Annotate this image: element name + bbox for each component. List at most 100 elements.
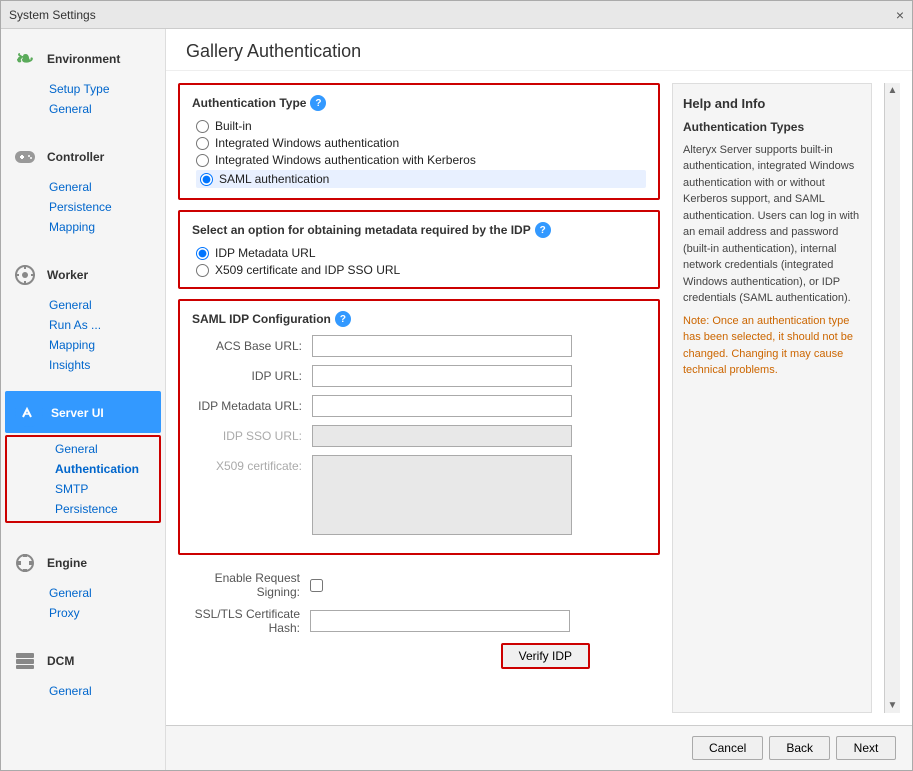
radio-x509[interactable]: X509 certificate and IDP SSO URL [196, 263, 646, 277]
auth-type-title: Authentication Type ? [192, 95, 646, 111]
help-panel: Help and Info Authentication Types Alter… [672, 83, 872, 713]
radio-x509-input[interactable] [196, 264, 209, 277]
auth-type-help-icon[interactable]: ? [310, 95, 326, 111]
sidebar-section-environment: ❧ Environment Setup Type General [1, 29, 165, 127]
metadata-radio-group: IDP Metadata URL X509 certificate and ID… [192, 246, 646, 277]
sidebar-section-controller: Controller General Persistence Mapping [1, 127, 165, 245]
scroll-down-arrow[interactable]: ▼ [888, 700, 898, 711]
form-area: Authentication Type ? Built-in Integrate… [178, 83, 660, 713]
next-button[interactable]: Next [836, 736, 896, 760]
content-area: Gallery Authentication Authentication Ty… [166, 29, 912, 770]
metadata-title: Select an option for obtaining metadata … [192, 222, 646, 238]
radio-idp-metadata-input[interactable] [196, 247, 209, 260]
sidebar-item-environment-general[interactable]: General [1, 99, 165, 119]
help-note: Note: Once an authentication type has be… [683, 313, 861, 379]
sidebar: ❧ Environment Setup Type General Control… [1, 29, 166, 770]
auth-type-radio-group: Built-in Integrated Windows authenticati… [192, 119, 646, 188]
sidebar-section-engine: Engine General Proxy [1, 533, 165, 631]
idp-metadata-url-row: IDP Metadata URL: [192, 395, 646, 417]
acs-base-url-input[interactable] [312, 335, 572, 357]
back-button[interactable]: Back [769, 736, 830, 760]
sidebar-item-serverui-authentication[interactable]: Authentication [7, 459, 159, 479]
radio-idp-metadata[interactable]: IDP Metadata URL [196, 246, 646, 260]
help-title: Help and Info [683, 94, 861, 114]
sidebar-category-engine: Engine [1, 541, 165, 583]
title-bar: System Settings × [1, 1, 912, 29]
sidebar-item-worker-general[interactable]: General [1, 295, 165, 315]
sidebar-item-controller-persistence[interactable]: Persistence [1, 197, 165, 217]
acs-base-url-row: ACS Base URL: [192, 335, 646, 357]
verify-idp-container: Verify IDP [190, 643, 590, 669]
close-button[interactable]: × [896, 7, 904, 23]
ssl-cert-input[interactable] [310, 610, 570, 632]
help-subtitle: Authentication Types [683, 118, 861, 136]
sidebar-category-server-ui: Server UI [5, 391, 161, 433]
idp-sso-url-input [312, 425, 572, 447]
idp-url-row: IDP URL: [192, 365, 646, 387]
sidebar-item-engine-proxy[interactable]: Proxy [1, 603, 165, 623]
x509-cert-input [312, 455, 572, 535]
sidebar-category-dcm: DCM [1, 639, 165, 681]
sidebar-item-engine-general[interactable]: General [1, 583, 165, 603]
metadata-help-icon[interactable]: ? [535, 222, 551, 238]
sidebar-item-controller-general[interactable]: General [1, 177, 165, 197]
idp-sso-url-row: IDP SSO URL: [192, 425, 646, 447]
extra-fields: Enable Request Signing: SSL/TLS Certific… [178, 565, 660, 675]
enable-signing-label: Enable Request Signing: [190, 571, 310, 599]
ssl-cert-row: SSL/TLS Certificate Hash: [190, 607, 648, 635]
sidebar-category-environment: ❧ Environment [1, 37, 165, 79]
radio-builtin-input[interactable] [196, 120, 209, 133]
sidebar-section-dcm: DCM General [1, 631, 165, 709]
scroll-up-arrow[interactable]: ▲ [888, 85, 898, 96]
idp-url-input[interactable] [312, 365, 572, 387]
radio-iwa-input[interactable] [196, 137, 209, 150]
window-title: System Settings [9, 8, 96, 22]
saml-config-title: SAML IDP Configuration ? [192, 311, 646, 327]
authentication-type-section: Authentication Type ? Built-in Integrate… [178, 83, 660, 200]
sidebar-item-serverui-persistence[interactable]: Persistence [7, 499, 159, 519]
idp-metadata-url-input[interactable] [312, 395, 572, 417]
sidebar-item-worker-runas[interactable]: Run As ... [1, 315, 165, 335]
radio-saml-input[interactable] [200, 173, 213, 186]
sidebar-item-controller-mapping[interactable]: Mapping [1, 217, 165, 237]
footer: Cancel Back Next [166, 725, 912, 770]
sidebar-section-worker: Worker General Run As ... Mapping Insigh… [1, 245, 165, 383]
help-body: Alteryx Server supports built-in authent… [683, 142, 861, 307]
enable-signing-row: Enable Request Signing: [190, 571, 648, 599]
sidebar-item-serverui-smtp[interactable]: SMTP [7, 479, 159, 499]
sidebar-item-dcm-general[interactable]: General [1, 681, 165, 701]
server-ui-selected-box: General Authentication SMTP Persistence [5, 435, 161, 523]
x509-cert-row: X509 certificate: [192, 455, 646, 535]
verify-idp-button[interactable]: Verify IDP [501, 643, 590, 669]
sidebar-item-serverui-general[interactable]: General [7, 439, 159, 459]
idp-url-label: IDP URL: [192, 369, 312, 383]
sidebar-item-worker-mapping[interactable]: Mapping [1, 335, 165, 355]
idp-metadata-url-label: IDP Metadata URL: [192, 399, 312, 413]
sidebar-category-worker: Worker [1, 253, 165, 295]
leaf-icon: ❧ [9, 43, 41, 75]
paint-icon [13, 397, 45, 429]
sidebar-category-controller: Controller [1, 135, 165, 177]
dcm-icon [9, 645, 41, 677]
radio-iwa[interactable]: Integrated Windows authentication [196, 136, 646, 150]
page-title: Gallery Authentication [186, 41, 892, 62]
window: System Settings × ❧ Environment Setup Ty… [0, 0, 913, 771]
content-body: Authentication Type ? Built-in Integrate… [166, 71, 912, 725]
radio-iwa-kerberos-input[interactable] [196, 154, 209, 167]
radio-iwa-kerberos[interactable]: Integrated Windows authentication with K… [196, 153, 646, 167]
content-header: Gallery Authentication [166, 29, 912, 71]
radio-saml[interactable]: SAML authentication [196, 170, 646, 188]
main-layout: ❧ Environment Setup Type General Control… [1, 29, 912, 770]
cancel-button[interactable]: Cancel [692, 736, 763, 760]
engine-icon [9, 547, 41, 579]
sidebar-item-worker-insights[interactable]: Insights [1, 355, 165, 375]
metadata-section: Select an option for obtaining metadata … [178, 210, 660, 289]
idp-sso-url-label: IDP SSO URL: [192, 429, 312, 443]
worker-icon [9, 259, 41, 291]
sidebar-section-server-ui: Server UI General Authentication SMTP Pe… [1, 383, 165, 533]
radio-builtin[interactable]: Built-in [196, 119, 646, 133]
gamepad-icon [9, 141, 41, 173]
enable-signing-checkbox[interactable] [310, 579, 323, 592]
saml-config-help-icon[interactable]: ? [335, 311, 351, 327]
sidebar-item-environment-setup-type[interactable]: Setup Type [1, 79, 165, 99]
